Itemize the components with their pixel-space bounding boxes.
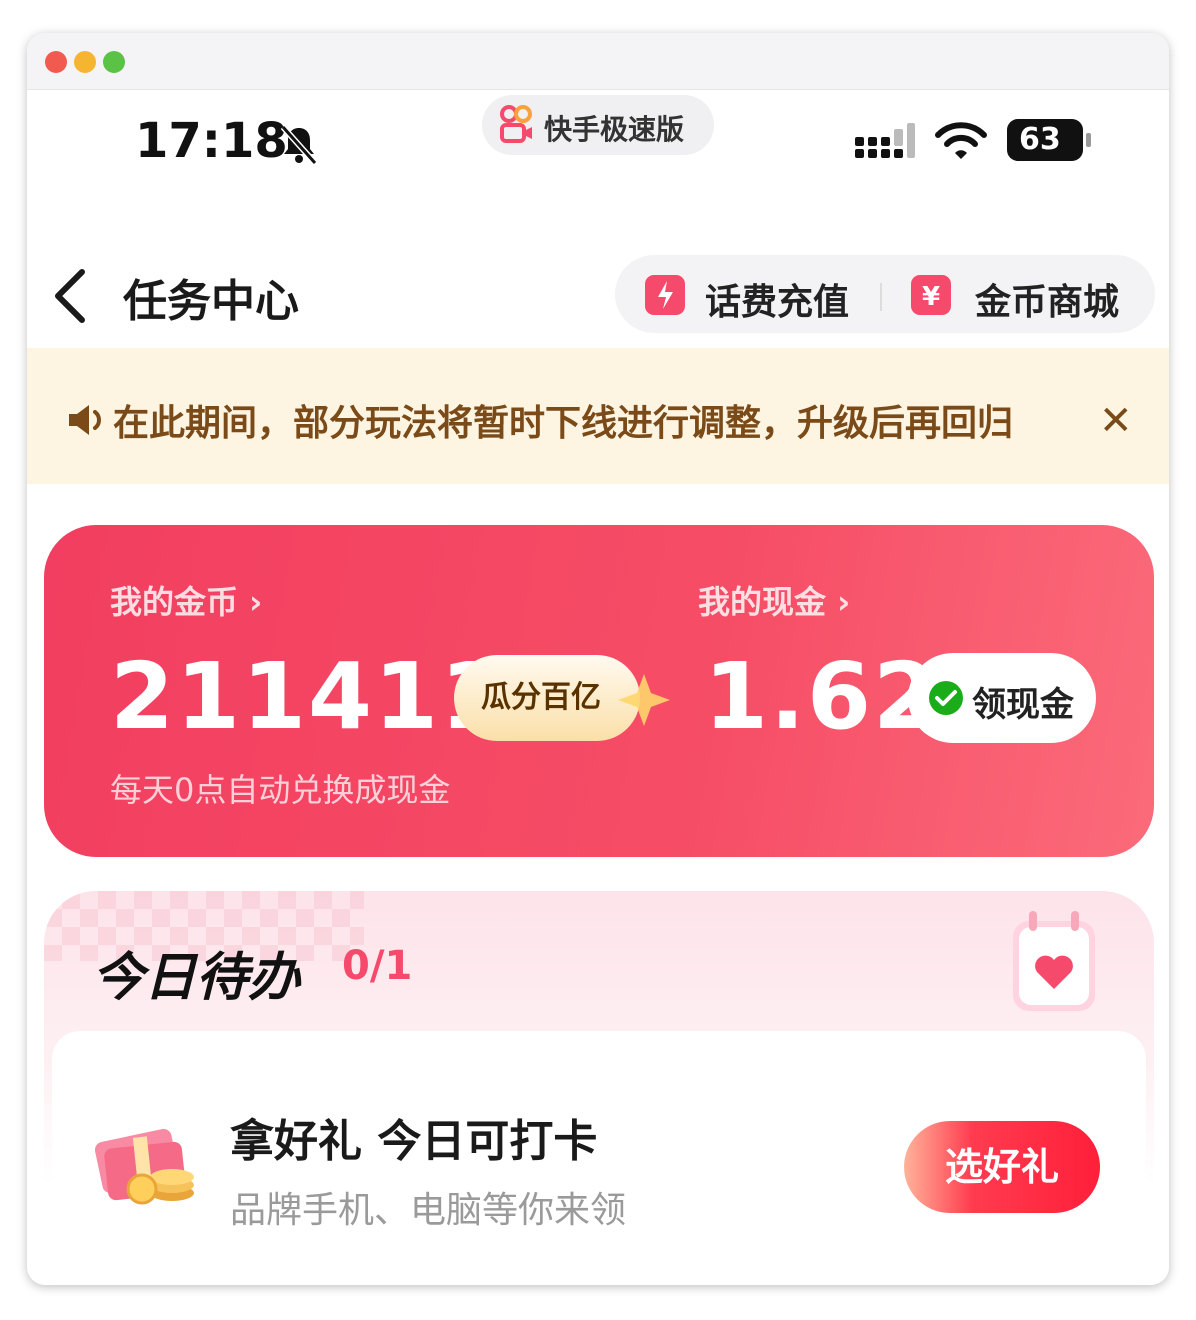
close-window-button[interactable] (45, 51, 67, 73)
balance-card: 我的金币 › 211411 瓜分百亿 我的现金 › 1.62 领现金 每天0点自… (44, 525, 1154, 857)
task-title: 拿好礼 今日可打卡 (230, 1116, 598, 1167)
my-coins-link[interactable]: 我的金币 › (110, 577, 262, 623)
coin-mall-icon[interactable]: ¥ (911, 275, 951, 315)
gold-sparkle-icon (614, 670, 674, 734)
coin-mall-link[interactable]: 金币商城 (975, 273, 1119, 325)
lightning-icon[interactable] (645, 275, 685, 315)
battery-indicator: 63 (1007, 119, 1083, 161)
app-name: 快手极速版 (544, 113, 685, 146)
choose-gift-button[interactable]: 选好礼 (904, 1121, 1100, 1213)
cash-value: 1.62 (704, 643, 939, 750)
close-icon[interactable]: ✕ (1099, 398, 1133, 444)
svg-text:¥: ¥ (922, 282, 940, 312)
bell-muted-icon (277, 123, 321, 171)
notice-text: 在此期间，部分玩法将暂时下线进行调整，升级后再回归 (113, 403, 1014, 444)
speaker-icon (65, 400, 109, 444)
minimize-window-button[interactable] (74, 51, 96, 73)
todo-title: 今日待办 (92, 948, 301, 1008)
today-todo-card: 今日待办 0/1 拿好礼 今日可打卡 品牌手机、电脑等你来领 选好礼 (44, 891, 1154, 1285)
kuaishou-logo-icon (498, 105, 536, 149)
task-subtitle: 品牌手机、电脑等你来领 (230, 1190, 627, 1231)
calendar-heart-icon (999, 901, 1109, 1025)
quick-actions: 话费充值 ¥ 金币商城 (615, 255, 1155, 333)
withdraw-label: 领现金 (972, 685, 1074, 725)
phone-recharge-link[interactable]: 话费充值 (705, 273, 849, 325)
signal-icon (853, 123, 915, 167)
zoom-window-button[interactable] (103, 51, 125, 73)
gua-fen-button[interactable]: 瓜分百亿 (454, 655, 640, 741)
wechat-pay-icon (928, 680, 964, 725)
my-cash-link[interactable]: 我的现金 › (698, 577, 850, 623)
window-titlebar (27, 33, 1169, 90)
divider (880, 283, 882, 311)
app-window: 17:18 快手极速版 63 任务中心 话费充值 ¥ 金币商城 在此期间，部分玩… (27, 33, 1169, 1285)
notice-banner: 在此期间，部分玩法将暂时下线进行调整，升级后再回归 ✕ (27, 348, 1169, 484)
back-icon[interactable] (52, 268, 88, 328)
status-time: 17:18 (135, 113, 288, 169)
auto-exchange-note: 每天0点自动兑换成现金 (110, 771, 451, 809)
todo-count: 0/1 (342, 943, 413, 989)
withdraw-cash-button[interactable]: 领现金 (908, 653, 1096, 743)
battery-cap (1086, 133, 1091, 147)
app-indicator-pill[interactable]: 快手极速版 (482, 95, 714, 155)
wifi-icon (935, 121, 987, 167)
task-row: 拿好礼 今日可打卡 品牌手机、电脑等你来领 选好礼 (52, 1031, 1146, 1285)
coins-value: 211411 (110, 643, 507, 750)
page-title: 任务中心 (123, 276, 299, 327)
gift-money-icon (92, 1115, 202, 1215)
